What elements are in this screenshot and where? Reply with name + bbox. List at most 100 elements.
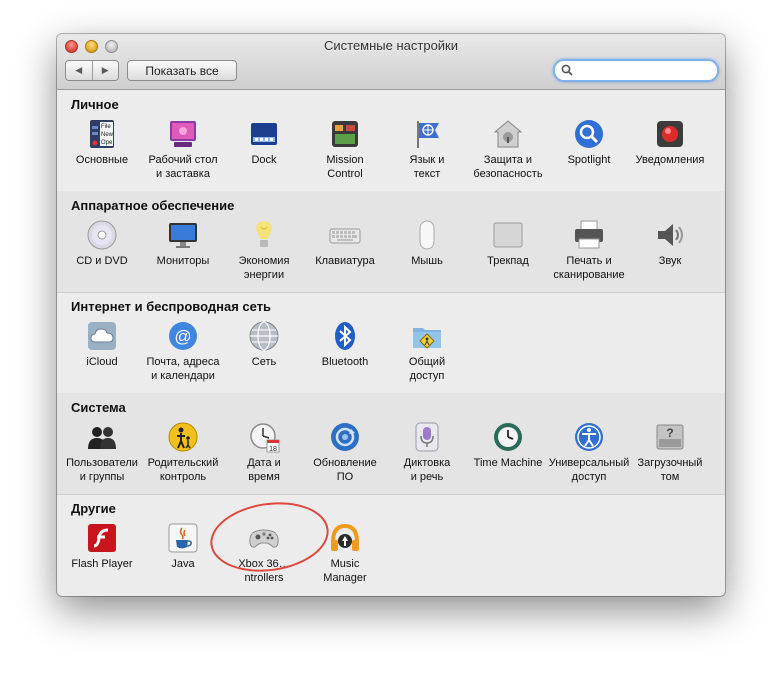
pane-icloud[interactable]: iCloud <box>60 320 144 390</box>
window-title: Системные настройки <box>323 38 459 53</box>
keyboard-icon <box>329 228 361 244</box>
pane-keyboard[interactable]: Клавиатура <box>303 219 387 289</box>
section-title: Система <box>71 400 126 415</box>
pane-label: Java <box>171 558 195 570</box>
section-personal: Личное File New Ope Основные Рабочий сто… <box>57 90 725 192</box>
energy-saver-icon <box>256 221 272 247</box>
icloud-icon <box>88 322 116 350</box>
pane-label: Дата и время <box>247 457 281 483</box>
mail-contacts-icon: @ <box>169 322 197 350</box>
network-icon <box>249 321 279 351</box>
pane-software-update[interactable]: Обновление ПО <box>303 421 387 491</box>
pane-label: Диктовка и речь <box>403 457 451 483</box>
pane-mission-control[interactable]: Mission Control <box>303 118 387 188</box>
svg-text:@: @ <box>174 327 191 346</box>
parental-controls-icon <box>168 422 198 452</box>
pane-label: Xbox 36…ntrollers <box>238 558 290 584</box>
pane-sharing[interactable]: Общий доступ <box>385 320 469 390</box>
system-preferences-window: Системные настройки ◀ ▶ Показать все Лич… <box>57 34 725 596</box>
pane-label: Dock <box>251 154 277 166</box>
pane-label: Bluetooth <box>321 356 369 368</box>
pane-displays[interactable]: Мониторы <box>141 219 225 289</box>
pane-mouse[interactable]: Мышь <box>385 219 469 289</box>
section-title: Интернет и беспроводная сеть <box>71 299 272 314</box>
pane-mail-contacts[interactable]: @ Почта, адреса и календари <box>141 320 225 390</box>
pane-label: Мониторы <box>156 255 210 267</box>
cd-dvd-icon <box>87 220 117 250</box>
pane-notifications[interactable]: Уведомления <box>628 118 712 188</box>
pane-desktop-screensaver[interactable]: Рабочий стол и заставка <box>141 118 225 188</box>
svg-text:Ope: Ope <box>101 140 113 146</box>
svg-text:New: New <box>101 132 114 138</box>
pane-label: Экономия энергии <box>238 255 290 281</box>
pane-label: Spotlight <box>567 154 611 166</box>
pane-bluetooth[interactable]: Bluetooth <box>303 320 387 390</box>
mouse-icon <box>419 220 435 250</box>
section-title: Другие <box>71 501 116 516</box>
dictation-speech-icon <box>415 422 439 452</box>
magnifier-icon <box>561 64 573 76</box>
pane-label: Клавиатура <box>315 255 375 267</box>
search-field[interactable] <box>553 59 719 82</box>
accessibility-icon <box>575 423 603 451</box>
pane-java[interactable]: Java <box>141 522 225 592</box>
pane-label: Универсальный доступ <box>548 457 630 483</box>
svg-text:?: ? <box>666 426 673 440</box>
pane-label: Основные <box>75 154 129 166</box>
pane-print-scan[interactable]: Печать и сканирование <box>547 219 631 289</box>
pane-label: Звук <box>658 255 682 267</box>
pane-time-machine[interactable]: Time Machine <box>466 421 550 491</box>
pane-label: iCloud <box>86 356 118 368</box>
date-time-icon: 18 <box>250 423 280 453</box>
pane-flash-player[interactable]: Flash Player <box>60 522 144 592</box>
pane-label: Mission Control <box>326 154 364 180</box>
search-input[interactable] <box>577 62 707 78</box>
pane-security[interactable]: Защита и безопасность <box>466 118 550 188</box>
mission-control-icon <box>332 121 358 147</box>
pane-dictation-speech[interactable]: Диктовка и речь <box>385 421 469 491</box>
pane-dock[interactable]: Dock <box>222 118 306 188</box>
pane-energy-saver[interactable]: Экономия энергии <box>222 219 306 289</box>
pane-sound[interactable]: Звук <box>628 219 712 289</box>
xbox-controller-icon <box>249 529 279 548</box>
pane-xbox-controllers[interactable]: Xbox 36…ntrollers <box>222 522 306 592</box>
notifications-icon <box>657 121 683 147</box>
pane-users-groups[interactable]: Пользователи и группы <box>60 421 144 491</box>
pane-label: Почта, адреса и календари <box>146 356 220 382</box>
forward-button[interactable]: ▶ <box>93 61 119 80</box>
pane-startup-disk[interactable]: ? Загрузочный том <box>628 421 712 491</box>
pane-trackpad[interactable]: Трекпад <box>466 219 550 289</box>
pane-label: Родительский контроль <box>147 457 219 483</box>
displays-icon <box>169 223 197 248</box>
pane-parental-controls[interactable]: Родительский контроль <box>141 421 225 491</box>
section-system: Система Пользователи и группы Родительск… <box>57 393 725 495</box>
general-icon: File New Ope <box>90 120 114 148</box>
pane-spotlight[interactable]: Spotlight <box>547 118 631 188</box>
pane-label: Общий доступ <box>408 356 446 382</box>
pane-general[interactable]: File New Ope Основные <box>60 118 144 188</box>
sharing-icon <box>413 328 441 349</box>
pane-language-text[interactable]: Язык и текст <box>385 118 469 188</box>
show-all-button[interactable]: Показать все <box>127 60 237 81</box>
pane-music-manager[interactable]: Music Manager <box>303 522 387 592</box>
back-button[interactable]: ◀ <box>66 61 93 80</box>
users-groups-icon <box>88 427 116 449</box>
pane-label: Мышь <box>411 255 443 267</box>
pane-accessibility[interactable]: Универсальный доступ <box>547 421 631 491</box>
trackpad-icon <box>493 222 523 248</box>
music-manager-icon <box>331 523 359 551</box>
desktop-screensaver-icon <box>170 121 196 147</box>
pane-date-time[interactable]: 18 Дата и время <box>222 421 306 491</box>
time-machine-icon <box>494 423 522 451</box>
pane-cd-dvd[interactable]: CD и DVD <box>60 219 144 289</box>
section-other: Другие Flash Player Java Xbox 36…ntrolle… <box>57 494 725 595</box>
pane-label: Music Manager <box>323 558 367 584</box>
security-icon <box>493 120 523 148</box>
pane-network[interactable]: Сеть <box>222 320 306 390</box>
section-hardware: Аппаратное обеспечение CD и DVD Мониторы <box>57 191 725 293</box>
pane-label: CD и DVD <box>76 255 128 267</box>
pane-label: Уведомления <box>635 154 705 166</box>
section-internet-wireless: Интернет и беспроводная сеть iCloud @ По… <box>57 292 725 394</box>
svg-text:18: 18 <box>269 446 277 453</box>
spotlight-icon <box>575 120 603 148</box>
